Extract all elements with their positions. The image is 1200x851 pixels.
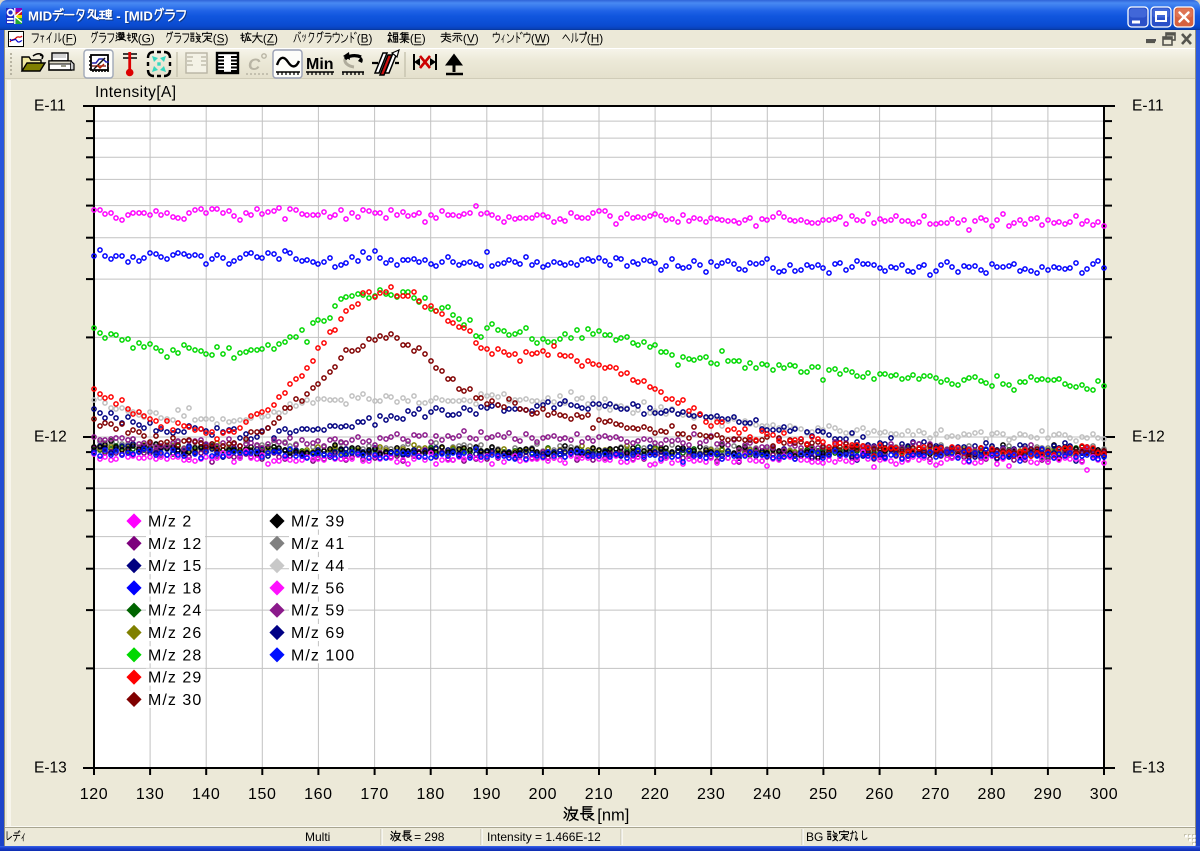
svg-text:M/z 18: M/z 18 bbox=[148, 580, 202, 597]
svg-text:150: 150 bbox=[248, 786, 277, 803]
svg-text:[nm]: [nm] bbox=[597, 807, 629, 825]
svg-text:200: 200 bbox=[529, 786, 558, 803]
svg-text:140: 140 bbox=[192, 786, 221, 803]
svg-text:280: 280 bbox=[978, 786, 1007, 803]
svg-text:130: 130 bbox=[136, 786, 165, 803]
svg-text:Intensity[A]: Intensity[A] bbox=[95, 84, 176, 101]
svg-text:M/z 100: M/z 100 bbox=[291, 647, 355, 664]
svg-text:160: 160 bbox=[304, 786, 333, 803]
svg-text:M/z 30: M/z 30 bbox=[148, 692, 202, 709]
svg-text:290: 290 bbox=[1034, 786, 1063, 803]
svg-text:M/z 2: M/z 2 bbox=[148, 514, 192, 531]
svg-text:230: 230 bbox=[697, 786, 726, 803]
svg-text:300: 300 bbox=[1090, 786, 1119, 803]
svg-text:M/z 59: M/z 59 bbox=[291, 603, 345, 620]
svg-text:C: C bbox=[248, 55, 261, 74]
svg-text:(S): (S) bbox=[213, 32, 229, 46]
svg-text:(B): (B) bbox=[357, 32, 373, 46]
svg-text:170: 170 bbox=[360, 786, 389, 803]
svg-text:180: 180 bbox=[416, 786, 445, 803]
svg-text:M/z 39: M/z 39 bbox=[291, 514, 345, 531]
svg-text:190: 190 bbox=[473, 786, 502, 803]
svg-text:120: 120 bbox=[80, 786, 109, 803]
svg-text:(F): (F) bbox=[62, 32, 77, 46]
svg-text:220: 220 bbox=[641, 786, 670, 803]
svg-text:260: 260 bbox=[865, 786, 894, 803]
svg-text:Min: Min bbox=[306, 56, 334, 73]
svg-text:(E): (E) bbox=[410, 32, 426, 46]
svg-text:M/z 12: M/z 12 bbox=[148, 536, 202, 553]
svg-text:Intensity = 1.466E-12: Intensity = 1.466E-12 bbox=[487, 830, 601, 844]
svg-text:E-13: E-13 bbox=[34, 760, 67, 777]
svg-text:E-13: E-13 bbox=[1132, 760, 1165, 777]
svg-text:250: 250 bbox=[809, 786, 838, 803]
svg-text:E-11: E-11 bbox=[34, 98, 66, 115]
svg-text:M/z 41: M/z 41 bbox=[291, 536, 345, 553]
svg-text:MID: MID bbox=[129, 9, 153, 24]
svg-text:(G): (G) bbox=[138, 32, 155, 46]
svg-text:E-11: E-11 bbox=[1132, 98, 1164, 115]
svg-text:M/z 29: M/z 29 bbox=[148, 670, 202, 687]
svg-text:- [: - [ bbox=[116, 9, 129, 24]
svg-text:270: 270 bbox=[921, 786, 950, 803]
svg-text:240: 240 bbox=[753, 786, 782, 803]
svg-text:M/z 56: M/z 56 bbox=[291, 580, 345, 597]
svg-text:E-12: E-12 bbox=[1132, 429, 1165, 446]
svg-text:M/z 26: M/z 26 bbox=[148, 625, 202, 642]
svg-text:= 298: = 298 bbox=[414, 830, 445, 844]
svg-text:M/z 24: M/z 24 bbox=[148, 603, 202, 620]
svg-text:M/z 28: M/z 28 bbox=[148, 647, 202, 664]
svg-text:MID: MID bbox=[28, 9, 52, 24]
svg-text:(V): (V) bbox=[463, 32, 479, 46]
svg-text:(H): (H) bbox=[587, 32, 603, 46]
svg-text:M/z 15: M/z 15 bbox=[148, 558, 202, 575]
svg-text:BG: BG bbox=[806, 830, 823, 844]
svg-text:(W): (W) bbox=[531, 32, 550, 46]
svg-text:Multi: Multi bbox=[305, 830, 330, 844]
svg-text:(Z): (Z) bbox=[263, 32, 278, 46]
svg-text:M/z 44: M/z 44 bbox=[291, 558, 345, 575]
svg-text:210: 210 bbox=[585, 786, 614, 803]
svg-text:E-12: E-12 bbox=[34, 429, 67, 446]
svg-text:M/z 69: M/z 69 bbox=[291, 625, 345, 642]
